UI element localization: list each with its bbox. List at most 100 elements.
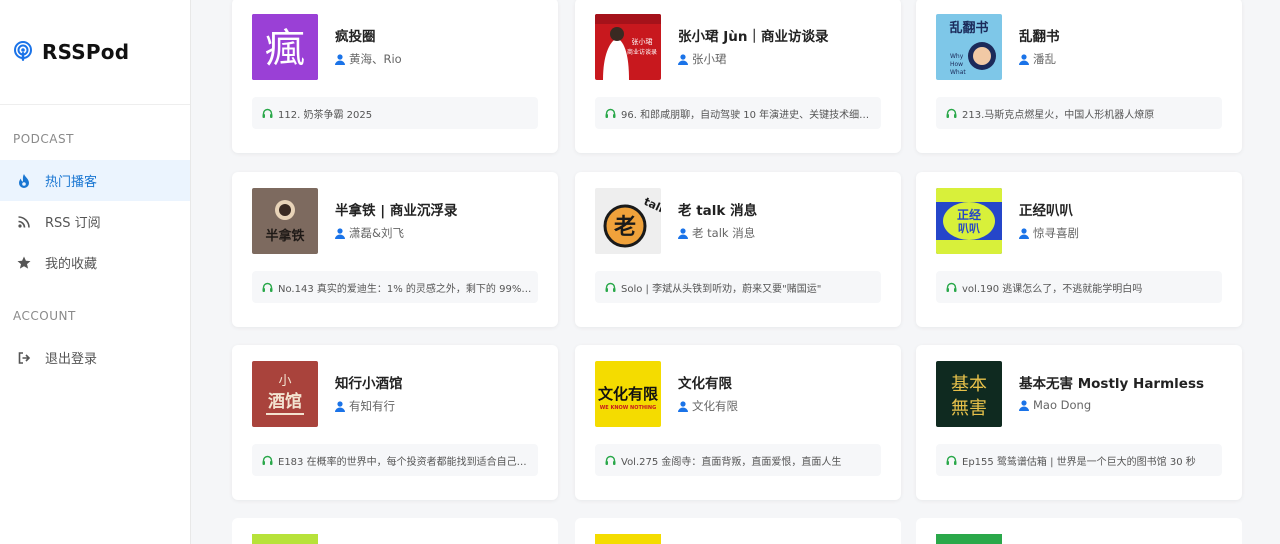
- podcast-card[interactable]: 文化有限 WE KNOW NOTHING 文化有限 文化有限 Vol.275 金阁…: [575, 345, 901, 500]
- svg-text:WE KNOW NOTHING: WE KNOW NOTHING: [600, 405, 656, 411]
- brand-name: RSSPod: [42, 40, 130, 64]
- headphones-icon: [605, 455, 616, 465]
- podcast-author: 老 talk 消息: [678, 225, 755, 241]
- podcast-title: 疯投圈: [335, 29, 376, 45]
- author-name: Mao Dong: [1033, 398, 1092, 412]
- sidebar-item-hot[interactable]: 热门播客: [0, 160, 190, 201]
- sidebar-item-rss[interactable]: RSS 订阅: [0, 201, 190, 242]
- podcast-cover: 正经 叭叭: [936, 188, 1002, 254]
- person-icon: [678, 400, 688, 412]
- svg-text:基本: 基本: [951, 374, 987, 395]
- podcast-card[interactable]: 瘋 疯投圈 黄海、Rio 112. 奶茶争霸 2025: [232, 0, 558, 153]
- svg-text:文化有限: 文化有限: [598, 385, 658, 403]
- author-name: 老 talk 消息: [692, 226, 756, 240]
- podcast-cover: 半拿铁: [252, 188, 318, 254]
- author-name: 潇磊&刘飞: [349, 226, 404, 240]
- latest-episode[interactable]: Ep155 鹭鸶谱估箱 | 世界是一个巨大的图书馆 30 秒: [936, 444, 1222, 476]
- podcast-cover: 文化有限 WE KNOW NOTHING: [595, 361, 661, 427]
- episode-title: Solo | 李斌从头铁到听劝，蔚来又要"赌国运": [621, 283, 822, 295]
- podcast-card[interactable]: 基本無害 基本无害 Mostly Harmless Mao Dong Ep155…: [916, 345, 1242, 500]
- podcast-title: 文化有限: [678, 376, 732, 392]
- podcast-cover: 张小珺 商业访谈录: [595, 14, 661, 80]
- podcast-title: 知行小酒馆: [335, 376, 403, 392]
- episode-title: E183 在概率的世界中，每个投资者都能找到适合自己的…: [278, 456, 533, 468]
- podcast-title: 张小珺 Jùn｜商业访谈录: [678, 29, 829, 45]
- headphones-icon: [946, 108, 957, 118]
- author-name: 黄海、Rio: [349, 52, 402, 66]
- podcast-card[interactable]: 小酒馆 知行小酒馆 有知有行 E183 在概率的世界中，每个投资者都能找到适合自…: [232, 345, 558, 500]
- podcast-cover: 老 talk: [595, 188, 661, 254]
- podcast-title: 老 talk 消息: [678, 203, 758, 219]
- latest-episode[interactable]: Solo | 李斌从头铁到听劝，蔚来又要"赌国运": [595, 271, 881, 303]
- person-icon: [335, 53, 345, 65]
- svg-text:Why: Why: [950, 53, 964, 60]
- podcast-card[interactable]: 正经 叭叭 正经叭叭 惊寻喜剧 vol.190 逃课怎么了，不逃就能学明白吗: [916, 172, 1242, 327]
- podcast-card[interactable]: 张小珺 商业访谈录 张小珺 Jùn｜商业访谈录 张小珺 96. 和郎咸朋聊，自动驾…: [575, 0, 901, 153]
- episode-title: 213.马斯克点燃星火，中国人形机器人燎原: [962, 109, 1155, 121]
- headphones-icon: [946, 282, 957, 292]
- person-icon: [1019, 227, 1029, 239]
- svg-text:What: What: [950, 69, 966, 76]
- podcast-card[interactable]: [232, 518, 558, 544]
- svg-text:無害: 無害: [951, 398, 987, 419]
- headphones-icon: [262, 108, 273, 118]
- sidebar: RSSPod PODCAST 热门播客 RSS 订阅 我的收藏 ACCOUNT: [0, 0, 191, 544]
- sidebar-item-logout[interactable]: 退出登录: [0, 337, 190, 378]
- person-icon: [678, 227, 688, 239]
- author-name: 文化有限: [692, 399, 738, 413]
- svg-text:小: 小: [278, 374, 291, 389]
- podcast-card[interactable]: 乱翻书 Why How What 乱翻书 潘乱 213.马斯克点燃星火，中国人形机器人…: [916, 0, 1242, 153]
- podcast-card[interactable]: 半拿铁 半拿铁 | 商业沉浮录 潇磊&刘飞 No.143 真实的爱迪生：1% 的…: [232, 172, 558, 327]
- rss-icon: [17, 215, 31, 229]
- person-icon: [1019, 53, 1029, 65]
- headphones-icon: [946, 455, 957, 465]
- podcast-author: 有知有行: [335, 398, 395, 414]
- latest-episode[interactable]: 213.马斯克点燃星火，中国人形机器人燎原: [936, 97, 1222, 129]
- author-name: 有知有行: [349, 399, 395, 413]
- podcast-title: 半拿铁 | 商业沉浮录: [335, 203, 458, 219]
- star-icon: [17, 256, 31, 270]
- latest-episode[interactable]: Vol.275 金阁寺：直面背叛，直面爱恨，直面人生: [595, 444, 881, 476]
- podcast-author: 文化有限: [678, 398, 738, 414]
- logout-icon: [17, 351, 31, 365]
- latest-episode[interactable]: vol.190 逃课怎么了，不逃就能学明白吗: [936, 271, 1222, 303]
- author-name: 潘乱: [1033, 52, 1056, 66]
- sidebar-item-label: 热门播客: [45, 175, 98, 190]
- account-nav: 退出登录: [0, 337, 190, 378]
- section-title-podcast: PODCAST: [13, 132, 74, 146]
- headphones-icon: [605, 282, 616, 292]
- podcast-title: 基本无害 Mostly Harmless: [1019, 376, 1205, 392]
- episode-title: 112. 奶茶争霸 2025: [278, 109, 373, 121]
- podcast-card[interactable]: [916, 518, 1242, 544]
- podcast-author: 潇磊&刘飞: [335, 225, 404, 241]
- podcast-card[interactable]: [575, 518, 901, 544]
- podcast-author: 潘乱: [1019, 51, 1056, 67]
- podcast-author: 张小珺: [678, 51, 727, 67]
- svg-text:张小珺: 张小珺: [632, 37, 653, 46]
- svg-text:叭叭: 叭叭: [958, 222, 980, 235]
- episode-title: Vol.275 金阁寺：直面背叛，直面爱恨，直面人生: [621, 456, 842, 468]
- podcast-title: 正经叭叭: [1019, 203, 1073, 219]
- sidebar-item-label: 退出登录: [45, 352, 98, 367]
- podcast-cover: [595, 534, 661, 544]
- latest-episode[interactable]: E183 在概率的世界中，每个投资者都能找到适合自己的…: [252, 444, 538, 476]
- person-icon: [335, 400, 345, 412]
- latest-episode[interactable]: No.143 真实的爱迪生：1% 的灵感之外，剩下的 99% …: [252, 271, 538, 303]
- person-icon: [1019, 399, 1029, 411]
- brand-header[interactable]: RSSPod: [0, 0, 190, 105]
- podcast-cover: 乱翻书 Why How What: [936, 14, 1002, 80]
- svg-text:How: How: [950, 61, 963, 68]
- author-name: 张小珺: [692, 52, 727, 66]
- svg-text:老: 老: [613, 215, 636, 240]
- latest-episode[interactable]: 96. 和郎咸朋聊，自动驾驶 10 年演进史、关键技术细节…: [595, 97, 881, 129]
- sidebar-item-label: 我的收藏: [45, 257, 98, 272]
- sidebar-item-favorites[interactable]: 我的收藏: [0, 242, 190, 283]
- headphones-icon: [262, 455, 273, 465]
- latest-episode[interactable]: 112. 奶茶争霸 2025: [252, 97, 538, 129]
- podcast-cover: 小酒馆: [252, 361, 318, 427]
- svg-text:半拿铁: 半拿铁: [265, 228, 304, 244]
- podcast-card[interactable]: 老 talk 老 talk 消息 老 talk 消息 Solo | 李斌从头铁到听…: [575, 172, 901, 327]
- episode-title: 96. 和郎咸朋聊，自动驾驶 10 年演进史、关键技术细节…: [621, 109, 876, 121]
- svg-text:乱翻书: 乱翻书: [949, 20, 988, 36]
- headphones-icon: [605, 108, 616, 118]
